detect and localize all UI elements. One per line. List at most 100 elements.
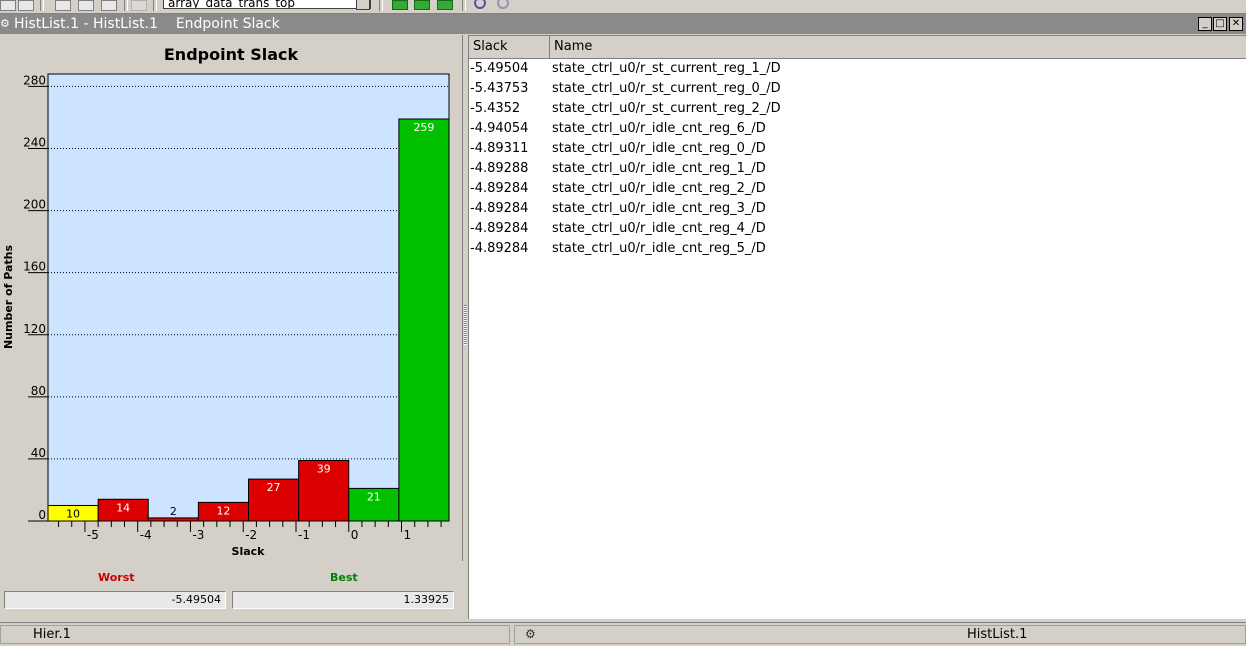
list-row[interactable]: -4.94054 state_ctrl_u0/r_idle_cnt_reg_6_/…	[469, 119, 1246, 139]
green-block-icon[interactable]	[414, 0, 430, 10]
y-tick-label: 200	[23, 198, 46, 212]
row-slack: -5.4352	[470, 101, 521, 116]
bar-data-label: 10	[66, 507, 80, 520]
open-icon[interactable]	[0, 0, 16, 11]
histogram-chart[interactable]: Endpoint Slack0408012016020024028010 14 2 1…	[0, 35, 462, 561]
row-name: state_ctrl_u0/r_idle_cnt_reg_2_/D	[552, 181, 766, 196]
schematic-icon[interactable]	[101, 0, 117, 11]
y-tick-label: 120	[23, 322, 46, 336]
design-combo[interactable]: array_data_trans_top	[163, 0, 371, 9]
bar-data-label: 2	[170, 505, 177, 518]
window-titlebar: ⚙ HistList.1 - HistList.1 Endpoint Slack…	[0, 14, 1246, 34]
x-tick-label: 0	[351, 528, 359, 542]
toolbar-separator	[40, 0, 44, 11]
add-icon[interactable]	[18, 0, 34, 11]
splitter-grip[interactable]	[464, 305, 467, 345]
list-header: Slack Name	[469, 36, 1246, 59]
list-row[interactable]: -5.49504 state_ctrl_u0/r_st_current_reg_1…	[469, 59, 1246, 79]
row-slack: -5.49504	[470, 61, 529, 76]
list-row[interactable]: -4.89284 state_ctrl_u0/r_idle_cnt_reg_4_/…	[469, 219, 1246, 239]
status-tab-hier[interactable]: Hier.1	[0, 625, 510, 644]
combo-dropdown-button[interactable]	[356, 0, 370, 10]
bar-data-label: 21	[367, 490, 381, 503]
status-bar: Hier.1 ⚙ HistList.1	[0, 622, 1246, 646]
list-row[interactable]: -5.4352 state_ctrl_u0/r_st_current_reg_2_…	[469, 99, 1246, 119]
histogram-panel: Endpoint Slack 0 40 80 120 160 200 240 280 10 14 2 1…	[0, 35, 463, 561]
bar-data-label: 39	[317, 462, 331, 475]
y-axis-label: Number of Paths	[2, 245, 15, 350]
y-tick-label: 40	[31, 446, 46, 460]
green-block-icon[interactable]	[392, 0, 408, 10]
list-row[interactable]: -4.89284 state_ctrl_u0/r_idle_cnt_reg_3_/…	[469, 199, 1246, 219]
worst-value-field: -5.49504	[4, 591, 226, 609]
worst-label: Worst	[98, 571, 135, 584]
y-tick-label: 0	[38, 508, 46, 522]
row-name: state_ctrl_u0/r_idle_cnt_reg_6_/D	[552, 121, 766, 136]
row-slack: -4.89284	[470, 181, 529, 196]
chart-title: Endpoint Slack	[164, 45, 299, 64]
bar-data-label: 27	[267, 481, 281, 494]
bar-data-label: 259	[413, 121, 434, 134]
x-tick-label: 1	[404, 528, 412, 542]
list-row[interactable]: -4.89311 state_ctrl_u0/r_idle_cnt_reg_0_/…	[469, 139, 1246, 159]
row-name: state_ctrl_u0/r_st_current_reg_1_/D	[552, 61, 781, 76]
disabled-icon	[131, 0, 147, 11]
histogram-bar	[398, 118, 450, 522]
x-tick-label: -4	[140, 528, 152, 542]
zoom-icon[interactable]	[497, 0, 509, 9]
window-title: HistList.1 - HistList.1 Endpoint Slack	[14, 16, 280, 32]
row-slack: -4.89284	[470, 241, 529, 256]
x-tick-label: -2	[245, 528, 257, 542]
zoom-icon[interactable]	[474, 0, 486, 9]
status-tab-histlist[interactable]: ⚙ HistList.1	[514, 625, 1246, 644]
row-name: state_ctrl_u0/r_st_current_reg_0_/D	[552, 81, 781, 96]
x-axis-label: Slack	[232, 545, 266, 558]
endpoint-list: Slack Name -5.49504 state_ctrl_u0/r_st_cu…	[468, 35, 1246, 619]
toolbar-separator	[124, 0, 128, 11]
schematic-icon[interactable]	[55, 0, 71, 11]
row-slack: -5.43753	[470, 81, 529, 96]
y-tick-label: 280	[23, 73, 46, 87]
toolbar-separator	[153, 0, 157, 11]
column-header-slack[interactable]: Slack	[469, 36, 550, 58]
best-value-field: 1.33925	[232, 591, 454, 609]
toolbar: array_data_trans_top	[0, 0, 1246, 14]
row-name: state_ctrl_u0/r_idle_cnt_reg_3_/D	[552, 201, 766, 216]
bar-data-label: 14	[116, 501, 130, 514]
list-row[interactable]: -4.89284 state_ctrl_u0/r_idle_cnt_reg_5_/…	[469, 239, 1246, 259]
close-icon[interactable]: ✕	[1229, 17, 1243, 31]
app-icon: ⚙	[0, 17, 10, 30]
row-name: state_ctrl_u0/r_st_current_reg_2_/D	[552, 101, 781, 116]
schematic-icon[interactable]	[78, 0, 94, 11]
green-block-icon[interactable]	[437, 0, 453, 10]
maximize-icon[interactable]: □	[1213, 17, 1227, 31]
bar-data-label: 12	[216, 504, 230, 517]
slack-summary: Worst Best -5.49504 1.33925	[0, 561, 463, 619]
best-label: Best	[330, 571, 358, 584]
row-slack: -4.89284	[470, 221, 529, 236]
y-tick-label: 240	[23, 136, 46, 150]
list-row[interactable]: -5.43753 state_ctrl_u0/r_st_current_reg_0…	[469, 79, 1246, 99]
toolbar-separator	[462, 0, 466, 11]
row-slack: -4.94054	[470, 121, 529, 136]
y-tick-label: 80	[31, 384, 46, 398]
x-tick-label: -1	[298, 528, 310, 542]
row-name: state_ctrl_u0/r_idle_cnt_reg_0_/D	[552, 141, 766, 156]
histogram-status-icon: ⚙	[525, 627, 536, 641]
row-slack: -4.89288	[470, 161, 529, 176]
list-row[interactable]: -4.89284 state_ctrl_u0/r_idle_cnt_reg_2_/…	[469, 179, 1246, 199]
y-tick-label: 160	[23, 260, 46, 274]
row-slack: -4.89284	[470, 201, 529, 216]
minimize-icon[interactable]: _	[1198, 17, 1212, 31]
list-row[interactable]: -4.89288 state_ctrl_u0/r_idle_cnt_reg_1_/…	[469, 159, 1246, 179]
row-name: state_ctrl_u0/r_idle_cnt_reg_1_/D	[552, 161, 766, 176]
row-name: state_ctrl_u0/r_idle_cnt_reg_5_/D	[552, 241, 766, 256]
status-tab-label: HistList.1	[967, 627, 1028, 642]
row-slack: -4.89311	[470, 141, 529, 156]
plot-area	[47, 73, 450, 522]
x-tick-label: -3	[192, 528, 204, 542]
column-header-name[interactable]: Name	[550, 36, 1246, 58]
list-body: -5.49504 state_ctrl_u0/r_st_current_reg_1…	[469, 59, 1246, 259]
toolbar-separator	[379, 0, 383, 11]
x-tick-label: -5	[87, 528, 99, 542]
